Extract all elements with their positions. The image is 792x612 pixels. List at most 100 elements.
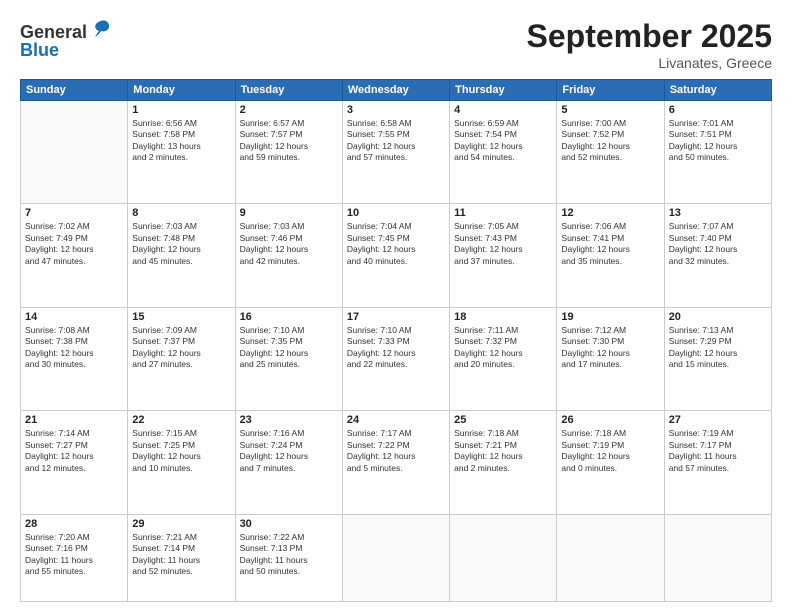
day-number: 29 — [132, 518, 230, 530]
calendar-cell: 14 Sunrise: 7:08 AMSunset: 7:38 PMDayligh… — [21, 307, 128, 410]
day-info: Sunrise: 7:01 AMSunset: 7:51 PMDaylight:… — [669, 118, 767, 164]
calendar-cell: 8 Sunrise: 7:03 AMSunset: 7:48 PMDaylight… — [128, 204, 235, 307]
col-sunday: Sunday — [21, 80, 128, 101]
calendar-cell: 29 Sunrise: 7:21 AMSunset: 7:14 PMDayligh… — [128, 514, 235, 601]
calendar-cell: 20Sunrise: 7:13 AMSunset: 7:29 PMDayligh… — [664, 307, 771, 410]
col-thursday: Thursday — [450, 80, 557, 101]
calendar-cell: 11Sunrise: 7:05 AMSunset: 7:43 PMDayligh… — [450, 204, 557, 307]
logo-general: General — [20, 23, 87, 41]
day-number: 2 — [240, 104, 338, 116]
day-info: Sunrise: 6:59 AMSunset: 7:54 PMDaylight:… — [454, 118, 552, 164]
calendar-cell: 6 Sunrise: 7:01 AMSunset: 7:51 PMDaylight… — [664, 101, 771, 204]
day-number: 16 — [240, 311, 338, 323]
calendar-cell: 16 Sunrise: 7:10 AMSunset: 7:35 PMDayligh… — [235, 307, 342, 410]
day-info: Sunrise: 6:58 AMSunset: 7:55 PMDaylight:… — [347, 118, 445, 164]
calendar-cell: 26 Sunrise: 7:18 AMSunset: 7:19 PMDayligh… — [557, 411, 664, 514]
day-info: Sunrise: 7:15 AMSunset: 7:25 PMDaylight:… — [132, 428, 230, 474]
day-info: Sunrise: 7:20 AMSunset: 7:16 PMDaylight:… — [25, 532, 123, 578]
day-number: 11 — [454, 207, 552, 219]
day-number: 8 — [132, 207, 230, 219]
day-number: 6 — [669, 104, 767, 116]
calendar-cell: 21 Sunrise: 7:14 AMSunset: 7:27 PMDayligh… — [21, 411, 128, 514]
day-info: Sunrise: 7:14 AMSunset: 7:27 PMDaylight:… — [25, 428, 123, 474]
calendar-cell: 2 Sunrise: 6:57 AMSunset: 7:57 PMDaylight… — [235, 101, 342, 204]
day-info: Sunrise: 7:10 AMSunset: 7:35 PMDaylight:… — [240, 325, 338, 371]
day-info: Sunrise: 7:18 AMSunset: 7:21 PMDaylight:… — [454, 428, 552, 474]
week-row-4: 21 Sunrise: 7:14 AMSunset: 7:27 PMDayligh… — [21, 411, 772, 514]
day-number: 17 — [347, 311, 445, 323]
day-number: 28 — [25, 518, 123, 530]
day-info: Sunrise: 7:06 AMSunset: 7:41 PMDaylight:… — [561, 221, 659, 267]
calendar-cell: 18 Sunrise: 7:11 AMSunset: 7:32 PMDayligh… — [450, 307, 557, 410]
col-saturday: Saturday — [664, 80, 771, 101]
day-number: 22 — [132, 414, 230, 426]
day-info: Sunrise: 7:16 AMSunset: 7:24 PMDaylight:… — [240, 428, 338, 474]
day-info: Sunrise: 7:02 AMSunset: 7:49 PMDaylight:… — [25, 221, 123, 267]
day-number: 10 — [347, 207, 445, 219]
calendar-cell: 1Sunrise: 6:56 AMSunset: 7:58 PMDaylight… — [128, 101, 235, 204]
calendar-cell: 17Sunrise: 7:10 AMSunset: 7:33 PMDayligh… — [342, 307, 449, 410]
day-number: 19 — [561, 311, 659, 323]
col-wednesday: Wednesday — [342, 80, 449, 101]
logo-blue: Blue — [20, 41, 59, 59]
week-row-1: 1Sunrise: 6:56 AMSunset: 7:58 PMDaylight… — [21, 101, 772, 204]
calendar-cell: 9 Sunrise: 7:03 AMSunset: 7:46 PMDaylight… — [235, 204, 342, 307]
day-number: 30 — [240, 518, 338, 530]
calendar-cell: 15Sunrise: 7:09 AMSunset: 7:37 PMDayligh… — [128, 307, 235, 410]
day-number: 4 — [454, 104, 552, 116]
calendar-table: Sunday Monday Tuesday Wednesday Thursday… — [20, 79, 772, 602]
col-monday: Monday — [128, 80, 235, 101]
month-title: September 2025 — [527, 18, 772, 55]
day-number: 24 — [347, 414, 445, 426]
logo: General Blue — [20, 18, 112, 59]
logo-bird-icon — [90, 18, 112, 40]
calendar-cell: 12Sunrise: 7:06 AMSunset: 7:41 PMDayligh… — [557, 204, 664, 307]
title-block: September 2025 Livanates, Greece — [527, 18, 772, 71]
day-number: 15 — [132, 311, 230, 323]
header: General Blue September 2025 Livanates, G… — [20, 18, 772, 71]
day-number: 14 — [25, 311, 123, 323]
day-info: Sunrise: 7:18 AMSunset: 7:19 PMDaylight:… — [561, 428, 659, 474]
calendar-cell: 22 Sunrise: 7:15 AMSunset: 7:25 PMDayligh… — [128, 411, 235, 514]
calendar-cell — [342, 514, 449, 601]
week-row-5: 28 Sunrise: 7:20 AMSunset: 7:16 PMDayligh… — [21, 514, 772, 601]
page: General Blue September 2025 Livanates, G… — [0, 0, 792, 612]
col-friday: Friday — [557, 80, 664, 101]
calendar-cell: 5 Sunrise: 7:00 AMSunset: 7:52 PMDaylight… — [557, 101, 664, 204]
calendar-cell: 4 Sunrise: 6:59 AMSunset: 7:54 PMDaylight… — [450, 101, 557, 204]
day-number: 25 — [454, 414, 552, 426]
day-number: 1 — [132, 104, 230, 116]
calendar-cell — [450, 514, 557, 601]
day-info: Sunrise: 6:57 AMSunset: 7:57 PMDaylight:… — [240, 118, 338, 164]
day-number: 5 — [561, 104, 659, 116]
calendar-cell: 24 Sunrise: 7:17 AMSunset: 7:22 PMDayligh… — [342, 411, 449, 514]
day-info: Sunrise: 7:21 AMSunset: 7:14 PMDaylight:… — [132, 532, 230, 578]
day-number: 23 — [240, 414, 338, 426]
day-info: Sunrise: 7:17 AMSunset: 7:22 PMDaylight:… — [347, 428, 445, 474]
calendar-cell: 23 Sunrise: 7:16 AMSunset: 7:24 PMDayligh… — [235, 411, 342, 514]
calendar-cell — [21, 101, 128, 204]
day-info: Sunrise: 7:04 AMSunset: 7:45 PMDaylight:… — [347, 221, 445, 267]
day-info: Sunrise: 7:03 AMSunset: 7:48 PMDaylight:… — [132, 221, 230, 267]
day-number: 3 — [347, 104, 445, 116]
day-number: 21 — [25, 414, 123, 426]
day-info: Sunrise: 7:22 AMSunset: 7:13 PMDaylight:… — [240, 532, 338, 578]
day-number: 26 — [561, 414, 659, 426]
day-info: Sunrise: 7:19 AMSunset: 7:17 PMDaylight:… — [669, 428, 767, 474]
calendar-cell: 19Sunrise: 7:12 AMSunset: 7:30 PMDayligh… — [557, 307, 664, 410]
day-info: Sunrise: 7:08 AMSunset: 7:38 PMDaylight:… — [25, 325, 123, 371]
day-info: Sunrise: 7:03 AMSunset: 7:46 PMDaylight:… — [240, 221, 338, 267]
calendar-cell: 7Sunrise: 7:02 AMSunset: 7:49 PMDaylight… — [21, 204, 128, 307]
day-number: 18 — [454, 311, 552, 323]
calendar-cell — [557, 514, 664, 601]
day-number: 27 — [669, 414, 767, 426]
day-info: Sunrise: 7:11 AMSunset: 7:32 PMDaylight:… — [454, 325, 552, 371]
week-row-3: 14 Sunrise: 7:08 AMSunset: 7:38 PMDayligh… — [21, 307, 772, 410]
day-number: 13 — [669, 207, 767, 219]
day-number: 20 — [669, 311, 767, 323]
day-number: 9 — [240, 207, 338, 219]
calendar-cell: 30 Sunrise: 7:22 AMSunset: 7:13 PMDayligh… — [235, 514, 342, 601]
day-info: Sunrise: 7:07 AMSunset: 7:40 PMDaylight:… — [669, 221, 767, 267]
calendar-cell: 3 Sunrise: 6:58 AMSunset: 7:55 PMDaylight… — [342, 101, 449, 204]
day-info: Sunrise: 7:00 AMSunset: 7:52 PMDaylight:… — [561, 118, 659, 164]
